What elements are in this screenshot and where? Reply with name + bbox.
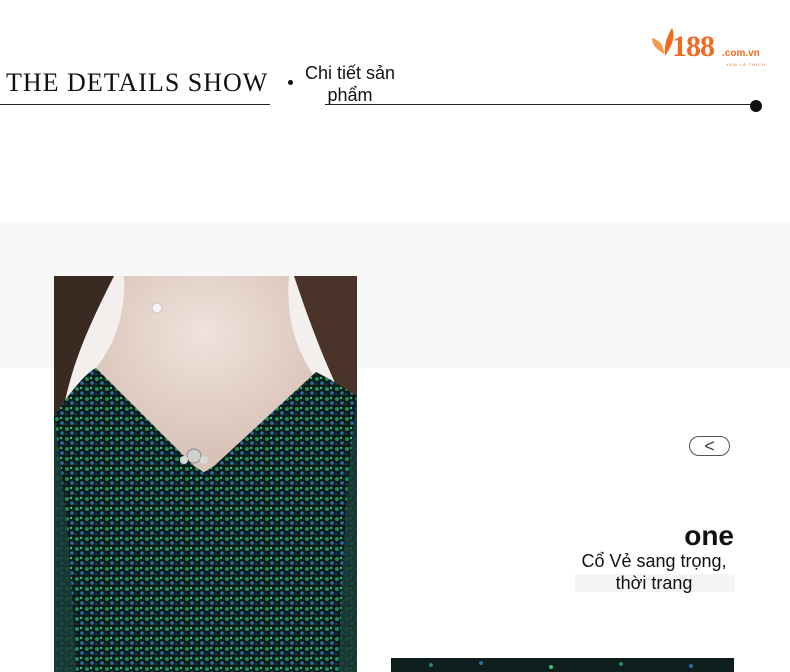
brand-logo[interactable]: 188 .com.vn XEM LÀ THÍCH [650, 22, 774, 72]
title-underline [0, 104, 270, 105]
prev-button[interactable]: < [689, 436, 730, 456]
logo-number: 188 [672, 30, 715, 63]
logo-domain: .com.vn [722, 48, 760, 59]
divider-line [325, 104, 755, 105]
section-title: THE DETAILS SHOW [6, 68, 269, 97]
detail-number: one [684, 520, 734, 551]
bullet-dot [288, 80, 293, 85]
divider-end-dot [750, 100, 762, 112]
secondary-photo [391, 658, 734, 672]
logo-tagline: XEM LÀ THÍCH [726, 62, 766, 67]
detail-caption: Cổ Vẻ sang trọng, thời trang [581, 551, 727, 593]
section-subtitle: Chi tiết sản phẩm [304, 63, 396, 105]
product-photo [54, 276, 357, 672]
